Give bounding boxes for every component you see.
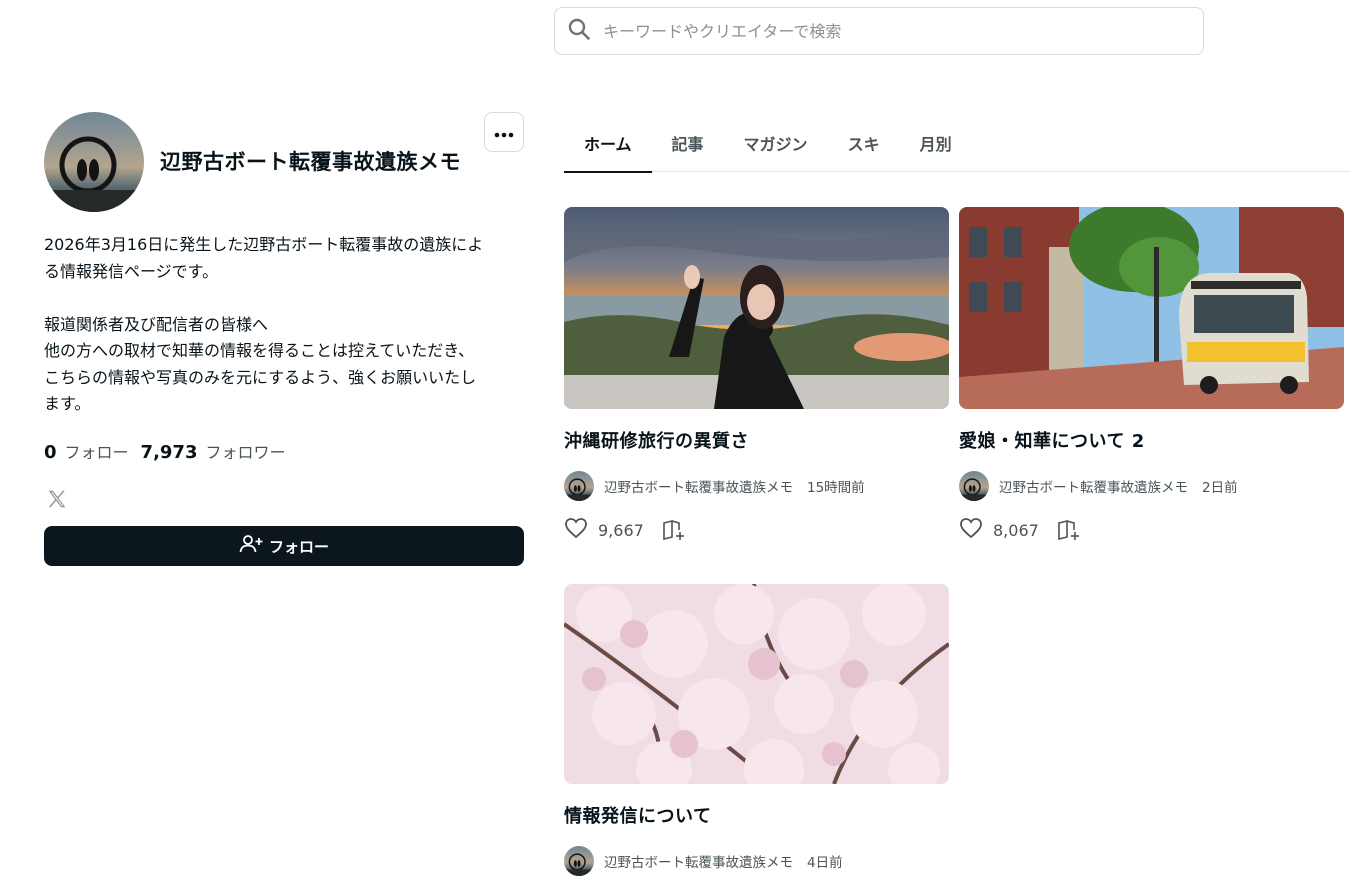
article-meta: 辺野古ボート転覆事故遺族メモ 4日前: [564, 846, 949, 876]
following-link[interactable]: 0 フォロー: [44, 439, 129, 463]
profile-name[interactable]: 辺野古ボート転覆事故遺族メモ: [160, 146, 461, 176]
article-thumbnail[interactable]: [564, 207, 949, 409]
follow-stats: 0 フォロー 7,973 フォロワー: [44, 439, 286, 463]
article-card[interactable]: 沖縄研修旅行の異質さ 辺野古ボート転覆事故遺族メモ 15時間前 9,667: [564, 207, 949, 543]
follow-button-label: フォロー: [268, 537, 329, 556]
more-options-button[interactable]: [484, 112, 524, 152]
x-logo-icon[interactable]: [46, 488, 72, 514]
like-count: 8,067: [993, 520, 1039, 540]
article-thumbnail[interactable]: [959, 207, 1344, 409]
heart-icon[interactable]: [564, 517, 588, 543]
article-title[interactable]: 沖縄研修旅行の異質さ: [564, 427, 949, 453]
bio-line: る情報発信ページです。: [44, 261, 219, 281]
following-label: フォロー: [64, 443, 129, 462]
article-title[interactable]: 愛娘・知華について 2: [959, 427, 1344, 453]
post-time: 4日前: [807, 855, 843, 871]
followers-count: 7,973: [140, 442, 198, 463]
search-icon: [567, 17, 591, 45]
bio-line: 報道関係者及び配信者の皆様へ: [44, 314, 269, 334]
more-horizontal-icon: [494, 123, 514, 142]
follow-button[interactable]: フォロー: [44, 526, 524, 566]
article-actions: 8,067: [959, 517, 1344, 543]
add-to-magazine-icon[interactable]: [662, 519, 686, 541]
tab-magazines[interactable]: マガジン: [724, 120, 828, 172]
author-avatar[interactable]: [959, 471, 989, 501]
profile-bio: 2026年3月16日に発生した辺野古ボート転覆事故の遺族によ る情報発信ページで…: [44, 232, 524, 418]
author-avatar[interactable]: [564, 846, 594, 876]
tab-home[interactable]: ホーム: [564, 120, 652, 173]
bio-line: 他の方への取材で知華の情報を得ることは控えていただき、: [44, 341, 475, 360]
followers-link[interactable]: 7,973 フォロワー: [141, 439, 286, 463]
add-to-magazine-icon[interactable]: [1057, 519, 1081, 541]
post-time: 2日前: [1202, 480, 1238, 496]
author-avatar[interactable]: [564, 471, 594, 501]
heart-icon[interactable]: [959, 517, 983, 543]
author-name[interactable]: 辺野古ボート転覆事故遺族メモ: [604, 476, 793, 496]
like-count: 9,667: [598, 520, 644, 540]
bio-line: こちらの情報や写真のみを元にするよう、強くお願いいたし: [44, 367, 477, 387]
followers-label: フォロワー: [205, 443, 286, 462]
add-user-icon: [239, 534, 269, 558]
article-thumbnail[interactable]: [564, 584, 949, 784]
article-actions: 9,667: [564, 517, 949, 543]
tab-bar: ホーム 記事 マガジン スキ 月別: [564, 120, 1350, 173]
following-count: 0: [44, 442, 57, 463]
post-time: 15時間前: [807, 480, 865, 496]
article-meta: 辺野古ボート転覆事故遺族メモ 15時間前: [564, 471, 949, 501]
tab-likes[interactable]: スキ: [828, 120, 900, 172]
author-name[interactable]: 辺野古ボート転覆事故遺族メモ: [604, 851, 793, 871]
article-title[interactable]: 情報発信について: [564, 802, 949, 828]
author-name[interactable]: 辺野古ボート転覆事故遺族メモ: [999, 476, 1188, 496]
search-input[interactable]: [603, 21, 1163, 41]
tab-articles[interactable]: 記事: [652, 120, 724, 172]
tab-monthly[interactable]: 月別: [900, 120, 972, 172]
article-card[interactable]: 愛娘・知華について 2 辺野古ボート転覆事故遺族メモ 2日前 8,067: [959, 207, 1344, 543]
search-bar[interactable]: [554, 7, 1204, 55]
article-card[interactable]: 情報発信について 辺野古ボート転覆事故遺族メモ 4日前: [564, 584, 949, 876]
profile-avatar[interactable]: [44, 112, 144, 212]
bio-line: ます。: [44, 394, 91, 413]
bio-line: 2026年3月16日に発生した辺野古ボート転覆事故の遺族によ: [44, 235, 484, 254]
article-meta: 辺野古ボート転覆事故遺族メモ 2日前: [959, 471, 1344, 501]
